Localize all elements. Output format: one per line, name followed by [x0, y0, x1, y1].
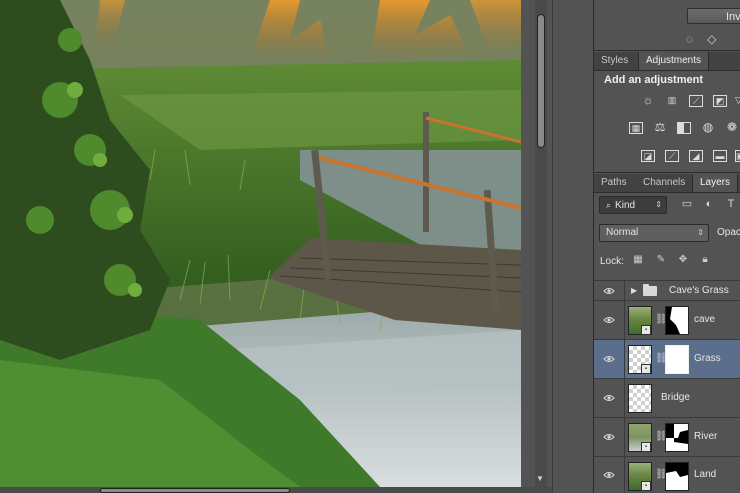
layer-name: Grass: [694, 353, 721, 364]
properties-panel-fragment: Invert ◌ ◇: [594, 0, 740, 50]
invert-button[interactable]: Invert: [687, 8, 740, 24]
layers-tabbar: Paths Channels Layers: [594, 174, 740, 193]
curves-icon[interactable]: ⟋: [689, 95, 703, 107]
type-filter-icon[interactable]: T: [724, 197, 738, 211]
properties-icons: ◌ ◇: [686, 32, 716, 46]
panel-separator: [594, 50, 740, 51]
visibility-column: [594, 340, 625, 378]
layer-name: Bridge: [661, 392, 690, 403]
layer-mask-thumbnail[interactable]: [665, 462, 689, 491]
mask-shape: [670, 307, 688, 334]
lock-all-icon[interactable]: 🔒︎: [699, 254, 711, 266]
tab-adjustments[interactable]: Adjustments: [638, 52, 710, 70]
visibility-column: [594, 379, 625, 417]
eye-icon[interactable]: [603, 432, 615, 442]
eye-icon[interactable]: [603, 393, 615, 403]
layer-filter-kind-select[interactable]: ⌕ Kind ⇕: [599, 196, 667, 214]
invert-adjustment-icon[interactable]: ◪: [641, 150, 655, 162]
document-canvas[interactable]: [0, 0, 521, 487]
select-caret-icon: ⇕: [655, 200, 662, 209]
eye-icon[interactable]: [603, 470, 615, 480]
tab-styles[interactable]: Styles: [594, 52, 635, 70]
apply-mask-icon[interactable]: ◇: [707, 32, 716, 46]
scrollbar-thumb[interactable]: [537, 14, 545, 148]
blend-mode-select[interactable]: Normal ⇕: [599, 224, 709, 242]
panel-separator: [594, 172, 740, 173]
opacity-label: Opac: [717, 227, 740, 238]
scene-image: [0, 0, 521, 487]
smart-object-badge-icon: ▪: [641, 325, 651, 335]
photo-filter-icon[interactable]: ◍: [701, 121, 715, 134]
eye-icon[interactable]: [603, 286, 615, 296]
kind-label: Kind: [615, 200, 636, 211]
selective-color-icon[interactable]: ▣: [735, 150, 740, 162]
gradient-map-icon[interactable]: ▬: [713, 150, 727, 162]
exposure-icon[interactable]: ◩: [713, 95, 727, 107]
adjustments-title: Add an adjustment: [604, 74, 704, 86]
layer-mask-thumbnail[interactable]: [665, 345, 689, 374]
layer-thumbnail[interactable]: [628, 384, 652, 413]
smart-object-badge-icon: ▪: [641, 481, 651, 491]
smart-object-badge-icon: ▪: [641, 442, 651, 452]
search-icon: ⌕: [606, 200, 612, 210]
lock-label: Lock:: [600, 256, 624, 267]
layer-row[interactable]: ▪ ⛓︎ cave: [594, 300, 740, 339]
tab-layers[interactable]: Layers: [692, 174, 739, 192]
tab-channels[interactable]: Channels: [636, 174, 692, 192]
layer-name: River: [694, 431, 718, 442]
mask-shape: [666, 424, 688, 451]
hue-saturation-icon[interactable]: ▦: [629, 122, 643, 134]
adjustments-tabbar: Styles Adjustments: [594, 52, 740, 71]
layer-mask-thumbnail[interactable]: [665, 306, 689, 335]
brightness-contrast-icon[interactable]: ☼: [641, 94, 655, 107]
vibrance-icon[interactable]: ▽: [735, 95, 740, 107]
canvas-horizontal-scrollbar[interactable]: [0, 487, 552, 493]
layer-mask-thumbnail[interactable]: [665, 423, 689, 452]
layer-row[interactable]: Bridge: [594, 378, 740, 417]
visibility-column: [594, 457, 625, 493]
smart-object-badge-icon: ▪: [641, 364, 651, 374]
eye-icon[interactable]: [603, 354, 615, 364]
layer-name: cave: [694, 314, 716, 325]
visibility-column: [594, 301, 625, 339]
layer-row[interactable]: ▪ ⛓︎ Land: [594, 456, 740, 493]
lock-transparent-pixels-icon[interactable]: ▦: [632, 254, 644, 266]
right-panel-dock: Invert ◌ ◇ Styles Adjustments Add an adj…: [593, 0, 740, 493]
lock-image-pixels-icon[interactable]: ✎: [655, 254, 667, 266]
visibility-column: [594, 281, 625, 300]
pixel-filter-icon[interactable]: ▭: [680, 197, 694, 211]
black-white-icon[interactable]: [677, 122, 691, 134]
channel-mixer-icon[interactable]: ❁: [725, 121, 739, 134]
canvas-vertical-scrollbar[interactable]: ▼: [521, 0, 552, 487]
visibility-column: [594, 418, 625, 456]
scroll-down-arrow-icon[interactable]: ▼: [536, 474, 544, 483]
threshold-icon[interactable]: ◢: [689, 150, 703, 162]
layer-row[interactable]: ▪ ⛓︎ River: [594, 417, 740, 456]
scrollbar-thumb[interactable]: [100, 488, 290, 493]
folder-icon: [643, 284, 657, 296]
tab-paths[interactable]: Paths: [594, 174, 634, 192]
lock-position-icon[interactable]: ✥: [677, 254, 689, 266]
expand-triangle-icon[interactable]: ▶: [631, 286, 637, 295]
load-selection-icon[interactable]: ◌: [686, 32, 693, 46]
layer-row-selected[interactable]: ▪ ⛓︎ Grass: [594, 339, 740, 378]
layer-name: Land: [694, 469, 717, 480]
layer-group-row[interactable]: ▶ Cave's Grass: [594, 280, 740, 300]
layer-name: Cave's Grass: [669, 285, 729, 296]
select-caret-icon: ⇕: [697, 228, 704, 237]
eye-icon[interactable]: [603, 315, 615, 325]
mask-shape: [666, 471, 688, 490]
blend-mode-value: Normal: [606, 227, 639, 238]
adjustment-filter-icon[interactable]: ◐: [702, 197, 716, 211]
posterize-icon[interactable]: ⟋: [665, 150, 679, 162]
levels-icon[interactable]: ▥: [665, 95, 679, 107]
color-balance-icon[interactable]: ⚖: [653, 121, 667, 134]
panel-gutter: [552, 0, 594, 493]
